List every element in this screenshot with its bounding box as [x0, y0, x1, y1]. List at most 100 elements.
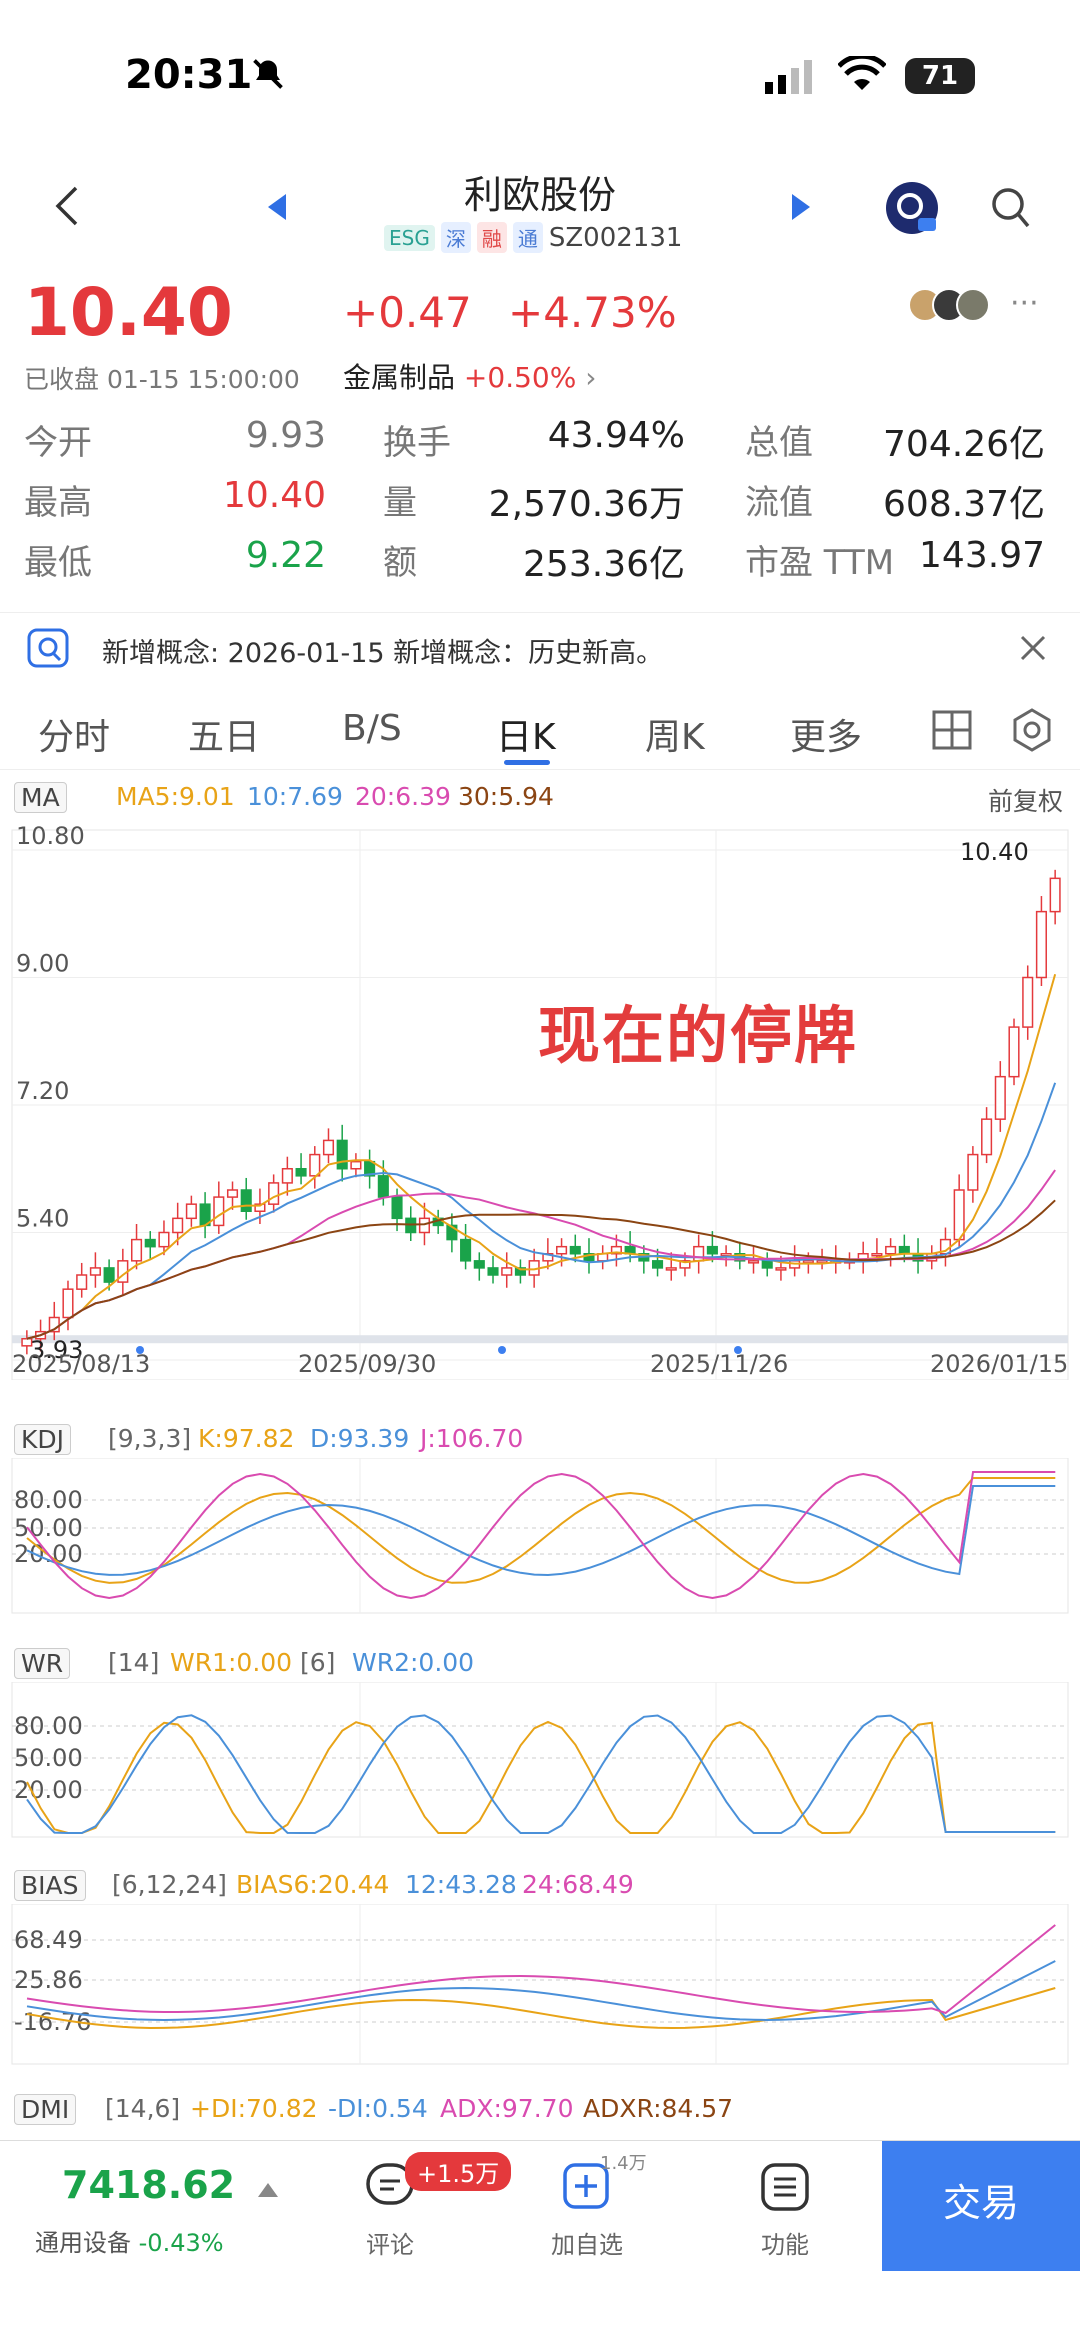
- functions-button[interactable]: 功能: [720, 2161, 850, 2260]
- comment-badge: +1.5万: [405, 2152, 512, 2191]
- annotation-text: 现在的停牌: [538, 999, 859, 1072]
- ma10-line: [26, 1082, 1057, 1340]
- high-price-label: 10.40: [960, 838, 1029, 866]
- candle: [885, 1245, 897, 1255]
- tab-bs[interactable]: B/S: [342, 708, 402, 749]
- candle: [185, 1203, 197, 1220]
- stock-header: 利欧股份 ESG 深 融 通 SZ002131: [0, 150, 1080, 260]
- notice-text: 新增概念: 2026-01-15 新增概念：历史新高。: [102, 638, 664, 669]
- tab-daily-k[interactable]: 日K: [496, 708, 556, 760]
- candle: [76, 1274, 88, 1290]
- bias12-value: 12:43.28: [405, 1870, 517, 1899]
- search-icon[interactable]: [990, 186, 1030, 230]
- candle: [62, 1288, 74, 1319]
- tag-sz[interactable]: 深: [440, 222, 471, 253]
- tab-intraday[interactable]: 分时: [38, 708, 110, 760]
- candle: [130, 1238, 143, 1262]
- bias-selector[interactable]: BIAS: [14, 1870, 86, 1901]
- trade-button[interactable]: 交易: [882, 2141, 1080, 2271]
- stat-open: 9.93: [245, 415, 326, 456]
- tab-more[interactable]: 更多: [790, 708, 862, 760]
- dmi-mdi: -DI:0.54: [328, 2094, 428, 2123]
- ma5-value: MA5:9.01: [116, 782, 235, 811]
- close-icon[interactable]: [1020, 635, 1046, 661]
- bias-header: BIAS [6,12,24] BIAS6:20.44 12:43.28 24:6…: [0, 1868, 1080, 1902]
- candle: [487, 1267, 499, 1276]
- candle: [103, 1267, 115, 1283]
- tag-connect[interactable]: 通: [512, 222, 543, 253]
- panel-frame: [11, 1682, 1069, 1838]
- kdj-chart[interactable]: 80.0050.0020.00: [0, 1458, 1080, 1623]
- kdj-d: D:93.39: [310, 1424, 410, 1453]
- candle: [556, 1245, 568, 1255]
- tab-five-day[interactable]: 五日: [188, 708, 260, 760]
- bell-muted-icon: [253, 59, 283, 89]
- candle: [651, 1260, 664, 1269]
- stat-label-mktcap: 总值: [745, 423, 813, 463]
- stat-label-volume: 量: [383, 483, 417, 523]
- candle: [350, 1160, 362, 1170]
- sector-link[interactable]: 金属制品 +0.50% ›: [343, 356, 596, 396]
- stock-code: SZ002131: [548, 222, 683, 253]
- y-tick-label: 10.80: [16, 822, 85, 850]
- functions-icon: [761, 2163, 809, 2211]
- settings-icon[interactable]: [1010, 708, 1054, 752]
- bias-params: [6,12,24]: [112, 1870, 227, 1899]
- series-line-2: [26, 1471, 1056, 1600]
- concept-notice[interactable]: 新增概念: 2026-01-15 新增概念：历史新高。: [0, 612, 1080, 682]
- base-band: [12, 1335, 1068, 1344]
- dmi-pdi: +DI:70.82: [190, 2094, 318, 2123]
- bias-chart[interactable]: 68.4925.86-16.76: [0, 1904, 1080, 2074]
- kdj-selector[interactable]: KDJ: [14, 1424, 72, 1455]
- chart-tabs: 分时 五日 B/S 日K 周K 更多: [0, 690, 1080, 770]
- status-bar: 20:31 71: [0, 0, 1080, 150]
- stat-label-amount: 额: [383, 543, 417, 583]
- wr-selector[interactable]: WR: [14, 1648, 71, 1679]
- candle: [1008, 1026, 1020, 1078]
- ai-assistant-icon[interactable]: [884, 180, 940, 236]
- caret-up-icon[interactable]: [258, 2183, 278, 2197]
- event-dot: [734, 1346, 742, 1354]
- candle: [158, 1231, 170, 1248]
- kdj-k: K:97.82: [198, 1424, 295, 1453]
- candle: [802, 1260, 814, 1264]
- stat-label-high: 最高: [24, 483, 92, 523]
- stat-label-low: 最低: [24, 543, 92, 583]
- tag-esg[interactable]: ESG: [384, 224, 435, 251]
- x-tick-label: 2025/11/26: [650, 1350, 788, 1378]
- ma-header: MA MA5:9.01 10:7.69 20:6.39 30:5.94 前复权: [0, 780, 1080, 816]
- candlestick-chart[interactable]: 10.809.007.205.4010.403.932025/08/13 2025…: [0, 820, 1080, 1380]
- adjust-mode[interactable]: 前复权: [988, 782, 1063, 818]
- index-value[interactable]: 7418.62: [62, 2163, 235, 2207]
- more-icon[interactable]: ···: [1010, 286, 1039, 321]
- wr-header: WR [14] WR1:0.00 [6] WR2:0.00: [0, 1646, 1080, 1680]
- comment-label: 评论: [366, 2231, 414, 2259]
- grid-layout-icon[interactable]: [932, 710, 972, 750]
- candle: [322, 1139, 335, 1156]
- y-tick-label: 80.00: [14, 1486, 83, 1514]
- y-tick-label: 9.00: [16, 950, 69, 978]
- sector-pct: +0.50%: [463, 361, 577, 394]
- tag-margin[interactable]: 融: [476, 222, 507, 253]
- dmi-selector[interactable]: DMI: [14, 2094, 77, 2125]
- wifi-icon: [838, 56, 886, 90]
- tab-weekly-k[interactable]: 周K: [645, 708, 705, 760]
- candle: [994, 1075, 1006, 1120]
- clock: 20:31: [125, 52, 253, 98]
- ma-selector[interactable]: MA: [14, 782, 67, 813]
- add-watchlist-button[interactable]: 加自选: [522, 2161, 652, 2260]
- wr-chart[interactable]: 80.00 50.00 20.00: [0, 1682, 1080, 1847]
- next-stock-icon[interactable]: [790, 194, 810, 220]
- notice-icon: [27, 628, 69, 668]
- watch-label: 加自选: [551, 2231, 623, 2259]
- dmi-adx: ADX:97.70: [440, 2094, 574, 2123]
- market-status: 已收盘 01-15 15:00:00: [24, 365, 300, 394]
- stat-turnover: 43.94%: [547, 415, 685, 456]
- battery-indicator: 71: [905, 58, 975, 94]
- candle: [665, 1267, 677, 1271]
- sector-name: 金属制品: [343, 361, 456, 394]
- panel-frame: [11, 1904, 1069, 2065]
- avatar-group[interactable]: [908, 288, 998, 324]
- watch-count: 1.4万: [600, 2153, 647, 2174]
- index-sub: 通用设备 -0.43%: [35, 2223, 224, 2258]
